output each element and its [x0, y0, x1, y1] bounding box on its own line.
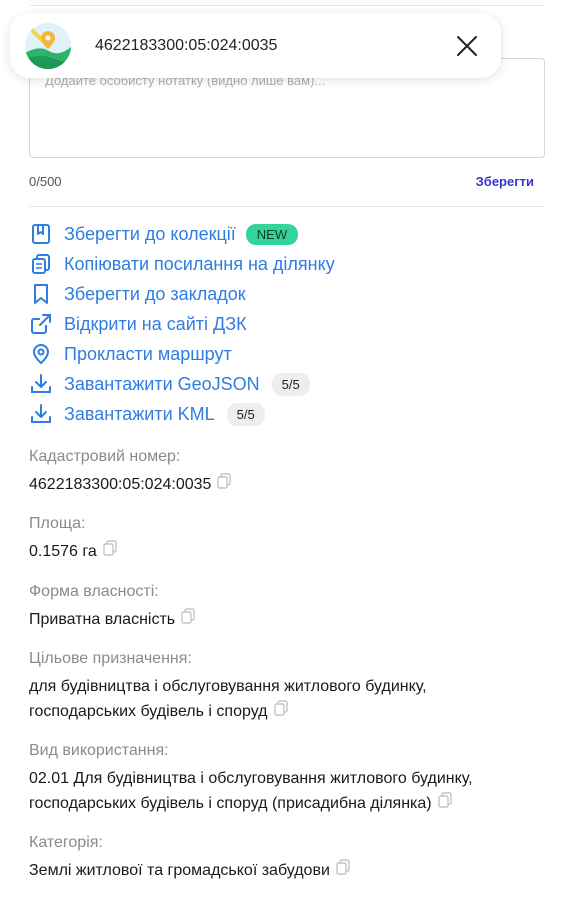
- close-button[interactable]: [451, 30, 483, 62]
- save-to-bookmarks-link[interactable]: Зберегти до закладок: [29, 279, 335, 309]
- field-label: Категорія:: [29, 834, 103, 851]
- usage-value-line: 02.01 Для будівництва і обслуговування ж…: [29, 770, 473, 787]
- field-value: 02.01 Для будівництва і обслуговування ж…: [29, 766, 473, 816]
- copy-icon[interactable]: [273, 699, 288, 724]
- copy-icon[interactable]: [103, 539, 117, 564]
- copy-icon[interactable]: [181, 607, 195, 632]
- save-to-collection-link[interactable]: Зберегти до колекції NEW: [29, 219, 335, 249]
- close-icon: [457, 35, 477, 56]
- clipboard-icon: [29, 252, 53, 276]
- action-label: Відкрити на сайті ДЗК: [64, 313, 247, 334]
- download-kml-link[interactable]: Завантажити KML 5/5: [29, 399, 335, 429]
- copy-icon[interactable]: [217, 472, 232, 497]
- field-label: Цільове призначення:: [29, 650, 192, 667]
- action-label: Зберегти до закладок: [64, 283, 246, 304]
- external-link-icon: [29, 312, 53, 336]
- action-label: Копіювати посилання на ділянку: [64, 253, 335, 274]
- download-geojson-link[interactable]: Завантажити GeoJSON 5/5: [29, 369, 335, 399]
- book-icon: [29, 222, 53, 246]
- build-route-link[interactable]: Прокласти маршрут: [29, 339, 335, 369]
- usage-field: Вид використання: 02.01 Для будівництва …: [29, 741, 473, 816]
- download-count-badge: 5/5: [226, 402, 265, 426]
- field-label: Форма власності:: [29, 583, 159, 600]
- area-value: 0.1576 га: [29, 543, 97, 560]
- download-icon: [29, 402, 53, 426]
- open-on-dzk-link[interactable]: Відкрити на сайті ДЗК: [29, 309, 335, 339]
- copy-icon[interactable]: [336, 858, 350, 883]
- action-label: Прокласти маршрут: [64, 343, 232, 364]
- usage-value-line: господарських будівель і споруд (присади…: [29, 795, 432, 812]
- field-label: Площа:: [29, 515, 86, 532]
- ownership-field: Форма власності: Приватна власність: [29, 582, 195, 632]
- category-field: Категорія: Землі житлової та громадської…: [29, 833, 350, 883]
- field-value: для будівництва і обслуговування житлово…: [29, 674, 427, 724]
- action-label: Зберегти до колекції: [64, 223, 236, 244]
- new-badge: NEW: [245, 223, 299, 245]
- save-note-button[interactable]: Зберегти: [476, 174, 534, 189]
- ownership-value: Приватна власність: [29, 611, 176, 628]
- category-value: Землі житлової та громадської забудови: [29, 862, 330, 879]
- parcel-title: 4622183300:05:024:0035: [95, 36, 278, 54]
- purpose-value-line: господарських будівель і споруд: [29, 703, 268, 720]
- copy-link-link[interactable]: Копіювати посилання на ділянку: [29, 249, 335, 279]
- download-icon: [29, 372, 53, 396]
- field-value: 0.1576 га: [29, 539, 117, 564]
- purpose-value-line: для будівництва і обслуговування житлово…: [29, 678, 427, 695]
- action-label: Завантажити KML: [64, 403, 215, 424]
- note-char-counter: 0/500: [29, 174, 62, 189]
- action-label: Завантажити GeoJSON: [64, 373, 260, 394]
- purpose-field: Цільове призначення: для будівництва і о…: [29, 649, 427, 724]
- area-field: Площа: 0.1576 га: [29, 514, 117, 564]
- map-pin-icon: [25, 22, 71, 69]
- field-value: Землі житлової та громадської забудови: [29, 858, 350, 883]
- location-pin-icon: [29, 342, 53, 366]
- top-divider: [30, 5, 545, 6]
- cadastral-number-value: 4622183300:05:024:0035: [29, 476, 212, 493]
- copy-icon[interactable]: [437, 791, 452, 816]
- field-value: Приватна власність: [29, 607, 195, 632]
- cadastral-number-field: Кадастровий номер: 4622183300:05:024:003…: [29, 447, 232, 497]
- field-label: Кадастровий номер:: [29, 448, 181, 465]
- field-value: 4622183300:05:024:0035: [29, 472, 232, 497]
- download-count-badge: 5/5: [271, 372, 310, 396]
- section-divider: [29, 206, 545, 207]
- parcel-header: 4622183300:05:024:0035: [10, 13, 501, 78]
- bookmark-icon: [29, 282, 53, 306]
- field-label: Вид використання:: [29, 742, 169, 759]
- actions-list: Зберегти до колекції NEW Копіювати посил…: [29, 219, 335, 429]
